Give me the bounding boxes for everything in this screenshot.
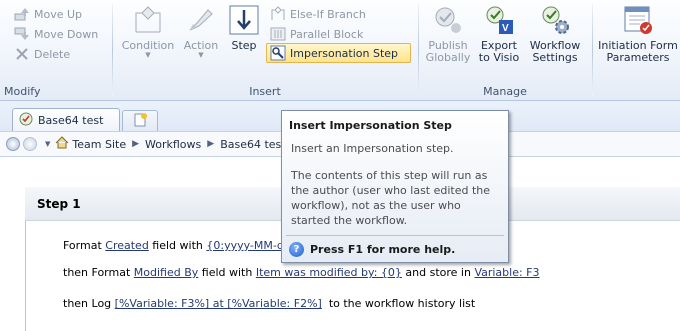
variable-link[interactable]: Variable: F3	[474, 266, 539, 279]
parallel-block-button[interactable]: Parallel Block	[270, 24, 363, 44]
publish-globally-label-line2: Globally	[425, 51, 471, 64]
parallel-block-icon	[270, 26, 286, 42]
impersonation-step-icon	[270, 45, 286, 61]
publish-globally-icon	[432, 4, 464, 36]
svg-text:V: V	[502, 23, 509, 34]
tab-label: Base64 test	[38, 113, 104, 127]
else-if-branch-icon	[270, 6, 286, 22]
dropdown-arrow-icon: ▼	[145, 51, 151, 59]
tooltip-help-text: Press F1 for more help.	[310, 243, 456, 256]
workflow-settings-label-line2: Settings	[532, 51, 578, 64]
breadcrumb-separator-icon: ▶	[132, 139, 140, 149]
workflow-settings-button[interactable]: Workflow Settings	[527, 4, 583, 64]
tooltip-description: Insert an Impersonation step.	[291, 142, 454, 155]
impersonation-step-label: Impersonation Step	[290, 46, 399, 60]
tab-base64-test[interactable]: Base64 test	[12, 108, 120, 131]
format-link[interactable]: Item was modified by: {0}	[256, 266, 402, 279]
delete-label: Delete	[34, 47, 71, 61]
workflow-settings-icon	[539, 4, 571, 36]
action-text: Format	[63, 239, 106, 252]
field-link[interactable]: Created	[105, 239, 149, 252]
delete-icon	[14, 46, 30, 62]
history-dropdown-icon[interactable]: ▼	[45, 140, 50, 148]
condition-button[interactable]: Condition ▼	[122, 4, 174, 59]
else-if-branch-button[interactable]: Else-If Branch	[270, 4, 366, 24]
ribbon: Move Up Move Down Delete Modify Conditio…	[0, 0, 680, 101]
condition-icon	[132, 4, 164, 36]
action-icon	[185, 4, 217, 36]
dropdown-arrow-icon: ▼	[198, 51, 204, 59]
action-text: field with	[148, 239, 207, 252]
step-label: Step	[231, 39, 257, 52]
export-to-visio-button[interactable]: V Export to Visio	[475, 4, 523, 64]
back-button[interactable]	[6, 137, 20, 151]
tooltip-divider	[286, 235, 504, 236]
help-icon: ?	[289, 242, 304, 257]
message-link[interactable]: [%Variable: F3%] at [%Variable: F2%]	[115, 297, 322, 310]
move-up-button[interactable]: Move Up	[14, 4, 82, 24]
home-icon	[55, 136, 69, 152]
forward-button[interactable]	[23, 137, 37, 151]
move-up-label: Move Up	[34, 7, 83, 21]
move-down-label: Move Down	[34, 27, 99, 41]
action-text: then Log	[63, 297, 115, 310]
new-document-icon	[132, 112, 148, 131]
impersonation-step-button[interactable]: Impersonation Step	[266, 43, 411, 63]
breadcrumb-item-team-site[interactable]: Team Site	[72, 138, 126, 151]
initiation-form-parameters-icon	[622, 4, 654, 36]
delete-button[interactable]: Delete	[14, 44, 70, 64]
action-text: to the workflow history list	[321, 297, 476, 310]
manage-group-label: Manage	[483, 85, 527, 98]
move-down-icon	[14, 26, 30, 42]
step-button[interactable]: Step	[227, 4, 261, 52]
action-text: field with	[198, 266, 256, 279]
breadcrumb-item-workflows[interactable]: Workflows	[145, 138, 201, 151]
breadcrumb-item-base64-test[interactable]: Base64 test	[220, 138, 285, 151]
move-up-icon	[14, 6, 30, 22]
field-link[interactable]: Modified By	[134, 266, 199, 279]
parallel-block-label: Parallel Block	[290, 27, 364, 41]
export-to-visio-icon: V	[483, 4, 515, 36]
initiation-form-label-line2: Parameters	[606, 51, 670, 64]
workflow-action-line: Format Created field with {0:yyyy-MM-dd}	[63, 239, 298, 252]
insert-group-label: Insert	[249, 85, 281, 98]
insert-group: Condition ▼ Action ▼ Step Else-If Branch	[113, 0, 417, 101]
tooltip-body: The contents of this step will run as th…	[291, 169, 491, 227]
tooltip-help: ? Press F1 for more help.	[289, 242, 455, 257]
move-down-button[interactable]: Move Down	[14, 24, 98, 44]
workflow-action-line: then Log [%Variable: F3%] at [%Variable:…	[63, 297, 475, 310]
modify-group: Move Up Move Down Delete Modify	[0, 0, 112, 101]
new-tab-button[interactable]	[122, 110, 158, 131]
tooltip-title: Insert Impersonation Step	[289, 119, 452, 132]
step-icon	[228, 4, 260, 36]
action-text: and store in	[401, 266, 475, 279]
action-button[interactable]: Action ▼	[181, 4, 221, 59]
breadcrumb-separator-icon: ▶	[207, 139, 215, 149]
impersonation-step-tooltip: Insert Impersonation Step Insert an Impe…	[281, 110, 509, 263]
workflow-icon	[19, 112, 33, 129]
action-text: then Format	[63, 266, 134, 279]
manage-group: Publish Globally V Export to Visio Workf…	[419, 0, 591, 101]
workflow-action-line: then Format Modified By field with Item …	[63, 266, 540, 279]
modify-group-label: Modify	[4, 85, 41, 98]
ribbon-separator	[592, 4, 593, 96]
initiation-form-parameters-button[interactable]: Initiation Form Parameters	[596, 4, 680, 64]
export-to-visio-label-line2: to Visio	[478, 51, 520, 64]
publish-globally-button[interactable]: Publish Globally	[425, 4, 471, 64]
else-if-branch-label: Else-If Branch	[290, 7, 366, 21]
